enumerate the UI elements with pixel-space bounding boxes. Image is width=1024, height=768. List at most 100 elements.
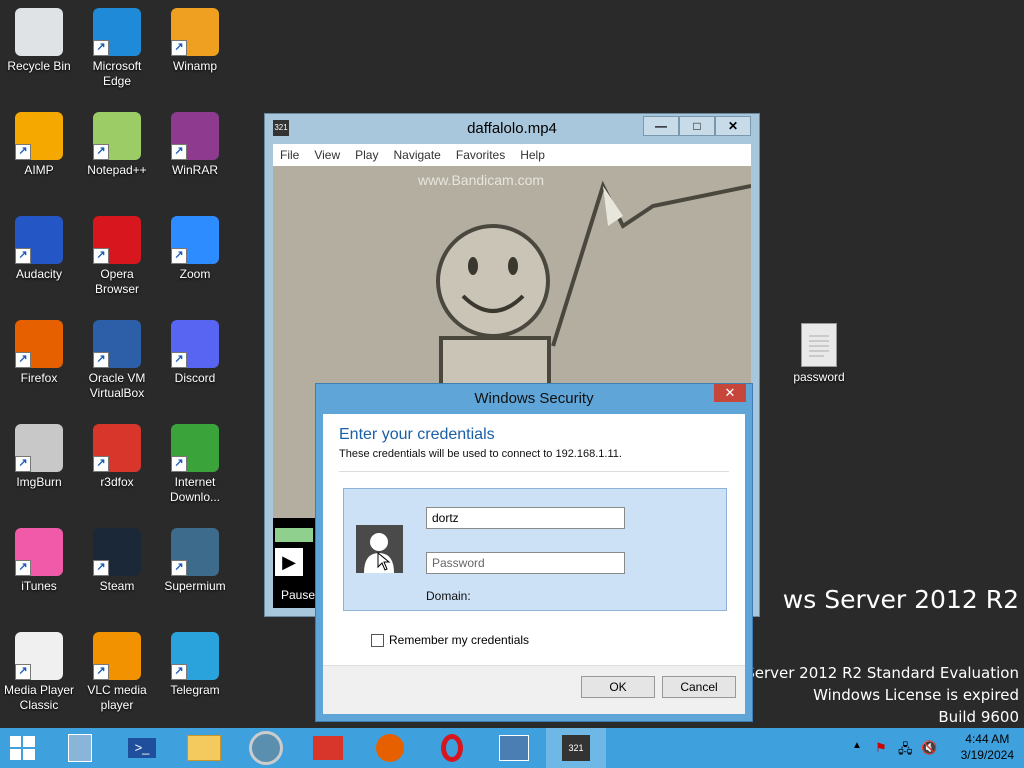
desktop-icon-label: WinRAR (171, 163, 218, 177)
winrar-icon: ↗ (171, 112, 219, 160)
close-button[interactable]: ✕ (715, 116, 751, 136)
ok-button[interactable]: OK (581, 676, 655, 698)
desktop-icon-imgburn[interactable]: ↗ ImgBurn (0, 424, 78, 490)
show-hidden-icons[interactable]: ▲ (852, 740, 862, 751)
dialog-footer: OK Cancel (323, 665, 745, 714)
remember-checkbox[interactable] (371, 633, 384, 647)
desktop-icon-label: Zoom (179, 267, 211, 281)
taskbar-server-manager[interactable] (50, 728, 110, 768)
desktop-icon-r3dfox[interactable]: ↗ r3dfox (78, 424, 156, 490)
desktop-file-label: password (793, 370, 845, 384)
seek-bar[interactable] (275, 528, 313, 542)
desktop-icon-firefox[interactable]: ↗ Firefox (0, 320, 78, 386)
desktop-icon-winrar[interactable]: ↗ WinRAR (156, 112, 234, 178)
menu-favorites[interactable]: Favorites (456, 148, 505, 162)
r3dfox-icon: ↗ (93, 424, 141, 472)
action-center-icon[interactable]: ⚑ (875, 740, 887, 756)
username-field[interactable]: dortz (426, 507, 625, 529)
video-watermark: www.Bandicam.com (418, 172, 545, 188)
supermium-icon: ↗ (171, 528, 219, 576)
taskbar: >_ 321 ▲ ⚑ 🖧 🔇 4:44 AM 3/19/2024 (0, 728, 1024, 768)
powershell-icon: >_ (128, 738, 156, 758)
desktop-icon-mpc[interactable]: ↗ Media Player Classic (0, 632, 78, 713)
shortcut-arrow-icon: ↗ (171, 144, 187, 160)
desktop-icon-zoom[interactable]: ↗ Zoom (156, 216, 234, 282)
menu-view[interactable]: View (314, 148, 340, 162)
desktop-icon-label: Steam (99, 579, 135, 593)
desktop-icon-itunes[interactable]: ↗ iTunes (0, 528, 78, 594)
discord-icon: ↗ (171, 320, 219, 368)
desktop-icon-label: Discord (174, 371, 216, 385)
start-icon (10, 736, 35, 760)
aimp-icon: ↗ (15, 112, 63, 160)
clock-time: 4:44 AM (965, 732, 1010, 746)
itunes-icon: ↗ (15, 528, 63, 576)
status-text: Pause (281, 588, 316, 602)
desktop-icon-idm[interactable]: ↗ Internet Downlo... (156, 424, 234, 505)
maximize-button[interactable]: □ (679, 116, 715, 136)
volume-icon[interactable]: 🔇 (921, 740, 937, 756)
credential-tile[interactable]: dortz Password Domain: (343, 488, 727, 611)
virtualbox-icon: ↗ (93, 320, 141, 368)
desktop-icon-label: Supermium (164, 579, 226, 593)
desktop-icon-label: Microsoft Edge (92, 59, 142, 88)
desktop-icon-steam[interactable]: ↗ Steam (78, 528, 156, 594)
firefox-icon (376, 734, 404, 762)
desktop-icon-aimp[interactable]: ↗ AIMP (0, 112, 78, 178)
desktop-icon-virtualbox[interactable]: ↗ Oracle VM VirtualBox (78, 320, 156, 401)
windows-security-dialog[interactable]: Windows Security ✕ Enter your credential… (315, 383, 753, 722)
network-tray-icon[interactable]: 🖧 (898, 740, 913, 762)
taskbar-network[interactable] (484, 728, 544, 768)
dialog-heading: Enter your credentials (339, 426, 495, 443)
password-field[interactable]: Password (426, 552, 625, 574)
start-button[interactable] (0, 728, 46, 768)
desktop-file-password[interactable]: password (780, 323, 858, 385)
taskbar-firefox[interactable] (360, 728, 420, 768)
shortcut-arrow-icon: ↗ (171, 456, 187, 472)
desktop-icon-label: Firefox (20, 371, 58, 385)
network-icon (499, 735, 529, 761)
zoom-icon: ↗ (171, 216, 219, 264)
desktop-icon-winamp[interactable]: ↗ Winamp (156, 8, 234, 74)
taskbar-supermium[interactable] (236, 728, 296, 768)
desktop-icon-opera[interactable]: ↗ Opera Browser (78, 216, 156, 297)
desktop-icon-audacity[interactable]: ↗ Audacity (0, 216, 78, 282)
taskbar-opera[interactable] (422, 728, 482, 768)
player-menu-bar: File View Play Navigate Favorites Help (273, 144, 751, 166)
edge-icon: ↗ (93, 8, 141, 56)
menu-play[interactable]: Play (355, 148, 378, 162)
server-manager-icon (68, 734, 92, 762)
desktop-icon-label: ImgBurn (16, 475, 62, 489)
clock-date: 3/19/2024 (960, 748, 1014, 762)
desktop-icon-label: Recycle Bin (7, 59, 71, 73)
player-titlebar[interactable]: 321 daffalolo.mp4 — □ ✕ (265, 114, 759, 144)
remember-checkbox-row[interactable]: Remember my credentials (371, 633, 529, 647)
menu-navigate[interactable]: Navigate (393, 148, 440, 162)
taskbar-r3dfox[interactable] (298, 728, 358, 768)
taskbar-file-explorer[interactable] (174, 728, 234, 768)
mpc-icon: ↗ (15, 632, 63, 680)
supermium-icon (249, 731, 283, 765)
play-button[interactable]: ▶ (275, 548, 303, 576)
menu-file[interactable]: File (280, 148, 299, 162)
remember-label: Remember my credentials (389, 633, 530, 647)
dialog-close-button[interactable]: ✕ (714, 384, 746, 402)
desktop-icon-supermium[interactable]: ↗ Supermium (156, 528, 234, 594)
menu-help[interactable]: Help (520, 148, 545, 162)
desktop-icon-telegram[interactable]: ↗ Telegram (156, 632, 234, 698)
taskbar-powershell[interactable]: >_ (112, 728, 172, 768)
desktop-icon-edge[interactable]: ↗ Microsoft Edge (78, 8, 156, 89)
desktop-icon-discord[interactable]: ↗ Discord (156, 320, 234, 386)
vlc-icon: ↗ (93, 632, 141, 680)
steam-icon: ↗ (93, 528, 141, 576)
shortcut-arrow-icon: ↗ (15, 664, 31, 680)
minimize-button[interactable]: — (643, 116, 679, 136)
desktop-icon-vlc[interactable]: ↗ VLC media player (78, 632, 156, 713)
taskbar-media-player[interactable]: 321 (546, 728, 606, 768)
cancel-button[interactable]: Cancel (662, 676, 736, 698)
desktop-icon-label: AIMP (24, 163, 54, 177)
clock[interactable]: 4:44 AM 3/19/2024 (961, 731, 1014, 763)
firefox-icon: ↗ (15, 320, 63, 368)
desktop-icon-recycle-bin[interactable]: Recycle Bin (0, 8, 78, 74)
desktop-icon-notepadpp[interactable]: ↗ Notepad++ (78, 112, 156, 178)
